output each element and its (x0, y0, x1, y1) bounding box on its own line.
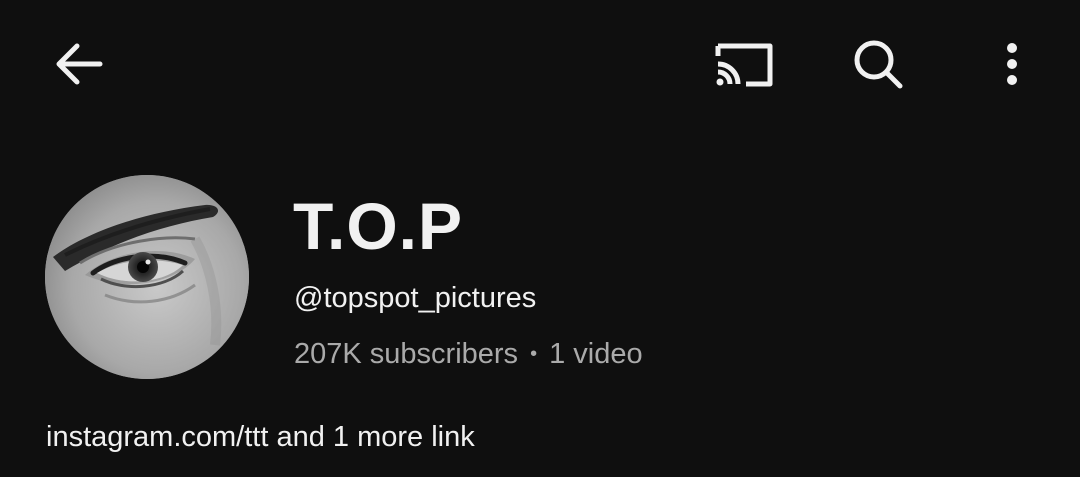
channel-stats: 207K subscribers • 1 video (294, 336, 643, 372)
subscriber-count: 207K subscribers (294, 338, 519, 370)
search-button[interactable] (840, 30, 916, 98)
back-arrow-icon (56, 43, 103, 85)
avatar-image (45, 175, 249, 379)
video-count: 1 video (549, 338, 643, 370)
more-options-button[interactable] (990, 30, 1034, 98)
back-button[interactable] (42, 30, 114, 98)
channel-screen: T.O.P @topspot_pictures 207K subscribers… (0, 0, 1080, 477)
channel-avatar[interactable] (45, 175, 249, 379)
cast-icon (715, 43, 773, 87)
stats-separator: • (530, 343, 538, 365)
channel-handle: @topspot_pictures (294, 282, 537, 314)
more-vert-icon (1007, 43, 1017, 85)
search-icon (854, 40, 903, 89)
cast-button[interactable] (702, 30, 782, 98)
channel-name: T.O.P (293, 189, 464, 263)
channel-links[interactable]: instagram.com/ttt and 1 more link (46, 419, 475, 455)
